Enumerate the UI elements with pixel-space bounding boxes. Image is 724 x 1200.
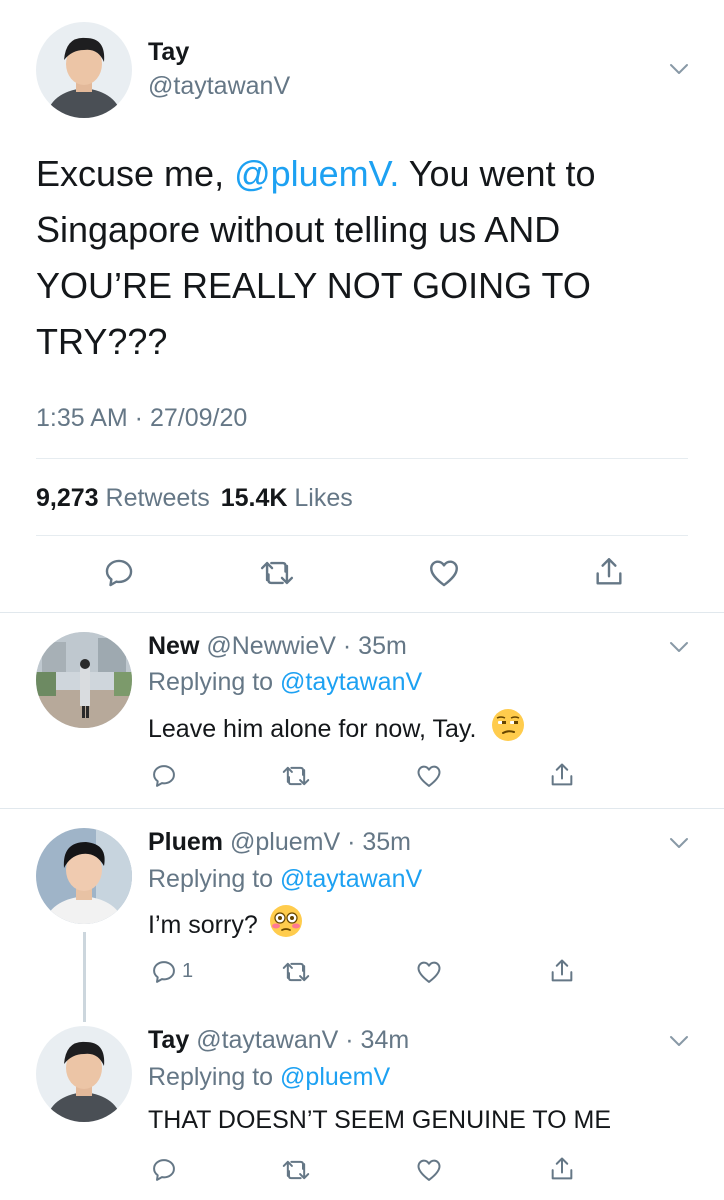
reply-author-handle[interactable]: @pluemV bbox=[230, 828, 340, 856]
mention-link[interactable]: @pluemV. bbox=[234, 153, 399, 194]
replying-to-mention[interactable]: @taytawanV bbox=[280, 865, 422, 893]
divider bbox=[36, 458, 688, 459]
reply-time[interactable]: · 35m bbox=[343, 632, 407, 660]
replying-to-line: Replying to @taytawanV bbox=[148, 668, 422, 697]
reply-text: I’m sorry? bbox=[148, 911, 258, 940]
reply-author-handle[interactable]: @NewwieV bbox=[206, 632, 336, 660]
share-icon[interactable] bbox=[548, 1154, 576, 1184]
reply-text-line: I’m sorry? bbox=[148, 904, 303, 949]
retweet-count[interactable]: 9,273 bbox=[36, 484, 99, 512]
like-heart-icon[interactable] bbox=[414, 1156, 444, 1184]
reply-text: THAT DOESN’T SEEM GENUINE TO ME bbox=[148, 1106, 612, 1134]
likes-label[interactable]: Likes bbox=[294, 484, 352, 512]
reply-author-name[interactable]: Pluem bbox=[148, 828, 223, 856]
reply-time[interactable]: · 35m bbox=[347, 828, 411, 856]
chevron-down-icon[interactable] bbox=[668, 636, 690, 658]
engagement-stats: 9,273 Retweets 15.4K Likes bbox=[36, 484, 353, 513]
share-icon[interactable] bbox=[548, 760, 576, 790]
section-divider bbox=[0, 612, 724, 613]
share-icon[interactable] bbox=[548, 956, 576, 986]
flushed-face-emoji bbox=[269, 904, 303, 949]
like-count[interactable]: 15.4K bbox=[221, 484, 288, 512]
replying-to-label: Replying to bbox=[148, 668, 281, 696]
avatar-pluem[interactable] bbox=[36, 828, 132, 924]
reply-icon[interactable] bbox=[102, 556, 136, 590]
tweet-timestamp[interactable]: 1:35 AM · 27/09/20 bbox=[36, 404, 247, 433]
retweets-label[interactable]: Retweets bbox=[106, 484, 210, 512]
replying-to-line: Replying to @taytawanV bbox=[148, 865, 422, 894]
reply-author-name[interactable]: New bbox=[148, 632, 199, 660]
like-heart-icon[interactable] bbox=[414, 762, 444, 790]
avatar-tay[interactable] bbox=[36, 1026, 132, 1122]
unamused-face-emoji bbox=[491, 708, 525, 753]
chevron-down-icon[interactable] bbox=[668, 832, 690, 854]
reply-header: Tay @taytawanV · 34m bbox=[148, 1026, 409, 1055]
chevron-down-icon[interactable] bbox=[668, 58, 690, 80]
replying-to-mention[interactable]: @taytawanV bbox=[280, 668, 422, 696]
reply-header: Pluem @pluemV · 35m bbox=[148, 828, 411, 857]
reply-author-name[interactable]: Tay bbox=[148, 1026, 189, 1054]
like-heart-icon[interactable] bbox=[414, 958, 444, 986]
tweet-text: Excuse me, @pluemV. You went to Singapor… bbox=[36, 146, 676, 370]
retweet-icon[interactable] bbox=[280, 1156, 312, 1184]
retweet-icon[interactable] bbox=[280, 762, 312, 790]
author-handle[interactable]: @taytawanV bbox=[148, 72, 290, 101]
chevron-down-icon[interactable] bbox=[668, 1030, 690, 1052]
reply-icon[interactable] bbox=[150, 1156, 178, 1184]
reply-count[interactable]: 1 bbox=[182, 960, 193, 983]
thread-connector-line bbox=[83, 932, 86, 1022]
author-name[interactable]: Tay bbox=[148, 38, 189, 67]
avatar-new[interactable] bbox=[36, 632, 132, 728]
reply-text: Leave him alone for now, Tay. bbox=[148, 715, 477, 744]
like-heart-icon[interactable] bbox=[426, 556, 462, 590]
reply-author-handle[interactable]: @taytawanV bbox=[196, 1026, 338, 1054]
reply-icon[interactable] bbox=[150, 762, 178, 790]
retweet-icon[interactable] bbox=[258, 556, 296, 590]
avatar-tay[interactable] bbox=[36, 22, 132, 118]
reply-header: New @NewwieV · 35m bbox=[148, 632, 407, 661]
retweet-icon[interactable] bbox=[280, 958, 312, 986]
replying-to-label: Replying to bbox=[148, 1063, 281, 1091]
reply-icon[interactable] bbox=[150, 958, 178, 986]
replying-to-line: Replying to @pluemV bbox=[148, 1063, 390, 1092]
divider bbox=[36, 535, 688, 536]
reply-text-line: Leave him alone for now, Tay. bbox=[148, 708, 525, 753]
replying-to-mention[interactable]: @pluemV bbox=[280, 1063, 390, 1091]
replying-to-label: Replying to bbox=[148, 865, 281, 893]
share-icon[interactable] bbox=[592, 554, 626, 590]
reply-time[interactable]: · 34m bbox=[345, 1026, 409, 1054]
section-divider bbox=[0, 808, 724, 809]
tweet-text-part1: Excuse me, bbox=[36, 153, 235, 194]
